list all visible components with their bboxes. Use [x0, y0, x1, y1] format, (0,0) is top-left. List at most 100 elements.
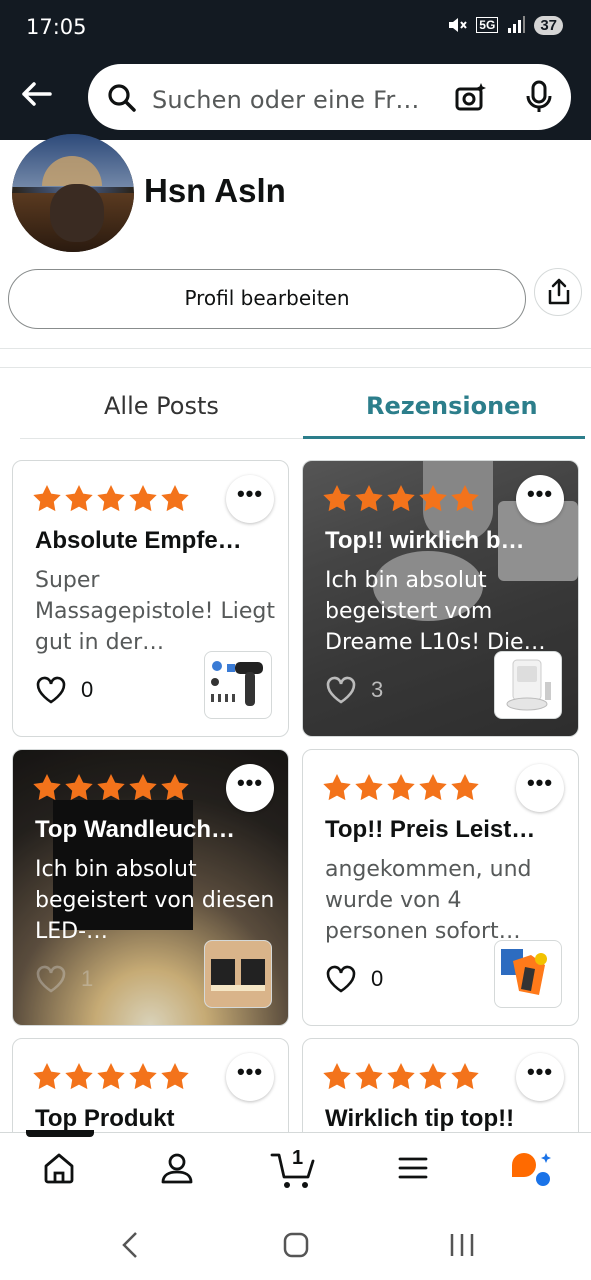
tab-all-posts[interactable]: Alle Posts [104, 392, 219, 420]
share-icon [548, 278, 570, 305]
active-nav-indicator [26, 1130, 94, 1137]
menu-icon[interactable] [396, 1151, 430, 1185]
star-icon [161, 774, 189, 801]
more-icon: ••• [526, 1059, 554, 1084]
header: Suchen oder eine Fr… [0, 56, 591, 140]
search-bar[interactable]: Suchen oder eine Fr… [88, 64, 571, 130]
tab-reviews[interactable]: Rezensionen [366, 392, 538, 420]
star-icon [129, 774, 157, 801]
mute-icon [449, 18, 468, 32]
review-card[interactable]: ••• Top!! wirklich b… Ich bin absolut be… [302, 460, 579, 737]
avatar[interactable] [12, 134, 134, 252]
review-card[interactable]: ••• Top Wandleuch… Ich bin absolut begei… [12, 749, 289, 1026]
star-icon [451, 485, 479, 512]
star-rating [321, 772, 481, 804]
star-icon [97, 485, 125, 512]
star-icon [33, 774, 61, 801]
star-icon [419, 485, 447, 512]
star-icon [97, 1063, 125, 1090]
heart-icon [36, 676, 66, 704]
home-icon[interactable] [42, 1151, 76, 1185]
more-options-button[interactable]: ••• [226, 475, 274, 523]
product-thumbnail[interactable] [204, 940, 272, 1008]
account-icon[interactable] [160, 1151, 194, 1185]
robot-vacuum-icon [506, 659, 551, 711]
system-back-icon[interactable] [120, 1230, 140, 1260]
heart-icon [36, 965, 66, 993]
microphone-icon[interactable] [522, 80, 556, 114]
star-icon [355, 774, 383, 801]
star-rating [31, 772, 191, 804]
status-bar: 17:05 5G 37 [0, 0, 591, 56]
more-options-button[interactable]: ••• [226, 1053, 274, 1101]
review-card[interactable]: ••• Top!! Preis Leist… angekommen, und w… [302, 749, 579, 1026]
star-icon [33, 485, 61, 512]
review-body: Super Massagepistole! Liegt gut in der… [35, 568, 275, 655]
product-thumbnail[interactable] [494, 940, 562, 1008]
review-title: Top!! wirklich b… [325, 527, 525, 554]
star-rating [321, 1061, 481, 1093]
review-body: Ich bin absolut begeistert von diesen LE… [35, 857, 275, 944]
like-count: 0 [81, 677, 94, 702]
massage-gun-icon [211, 661, 263, 706]
section-divider [0, 348, 591, 368]
system-recents-icon[interactable] [448, 1230, 476, 1260]
search-input[interactable]: Suchen oder eine Fr… [152, 86, 432, 114]
more-options-button[interactable]: ••• [516, 1053, 564, 1101]
like-count: 3 [371, 677, 384, 702]
star-icon [161, 1063, 189, 1090]
work-gloves-icon [501, 949, 547, 995]
back-arrow-icon[interactable] [16, 74, 56, 114]
star-icon [33, 1063, 61, 1090]
like-button[interactable]: 0 [35, 675, 93, 705]
rufus-assistant-icon[interactable] [510, 1151, 554, 1187]
star-icon [323, 485, 351, 512]
system-navigation-bar [0, 1210, 591, 1280]
star-icon [419, 1063, 447, 1090]
like-button[interactable]: 0 [325, 964, 383, 994]
star-icon [451, 1063, 479, 1090]
like-count: 0 [371, 966, 384, 991]
camera-search-icon[interactable] [454, 80, 488, 114]
star-rating [31, 1061, 191, 1093]
network-icon: 5G [476, 17, 499, 33]
cart-count: 1 [292, 1147, 304, 1169]
star-icon [129, 485, 157, 512]
star-rating [321, 483, 481, 515]
system-home-icon[interactable] [282, 1230, 310, 1260]
star-icon [65, 485, 93, 512]
edit-profile-button[interactable]: Profil bearbeiten [8, 269, 526, 329]
star-icon [97, 774, 125, 801]
review-title: Top Wandleuch… [35, 816, 235, 843]
review-body: angekommen, und wurde von 4 personen sof… [325, 857, 532, 944]
star-icon [355, 1063, 383, 1090]
like-button[interactable]: 1 [35, 964, 93, 994]
status-icons: 5G 37 [446, 14, 563, 36]
more-options-button[interactable]: ••• [516, 475, 564, 523]
star-icon [387, 774, 415, 801]
more-icon: ••• [526, 770, 554, 795]
review-title: Absolute Empfe… [35, 527, 242, 554]
tab-underline [20, 438, 303, 439]
more-options-button[interactable]: ••• [226, 764, 274, 812]
wall-lamp-icon [205, 941, 271, 1007]
battery-icon: 37 [534, 15, 563, 35]
star-icon [161, 485, 189, 512]
star-icon [129, 1063, 157, 1090]
more-icon: ••• [236, 1059, 264, 1084]
more-options-button[interactable]: ••• [516, 764, 564, 812]
review-card[interactable]: ••• Absolute Empfe… Super Massagepistole… [12, 460, 289, 737]
signal-icon [508, 16, 526, 33]
product-thumbnail[interactable] [494, 651, 562, 719]
bottom-navigation: 1 [0, 1132, 591, 1210]
cart-button[interactable]: 1 [270, 1147, 318, 1191]
review-title: Wirklich tip top!! [325, 1105, 515, 1132]
share-button[interactable] [534, 268, 582, 316]
like-button[interactable]: 3 [325, 675, 383, 705]
star-rating [31, 483, 191, 515]
heart-icon [326, 965, 356, 993]
like-count: 1 [81, 966, 94, 991]
more-icon: ••• [526, 481, 554, 506]
product-thumbnail[interactable] [204, 651, 272, 719]
more-icon: ••• [236, 770, 264, 795]
